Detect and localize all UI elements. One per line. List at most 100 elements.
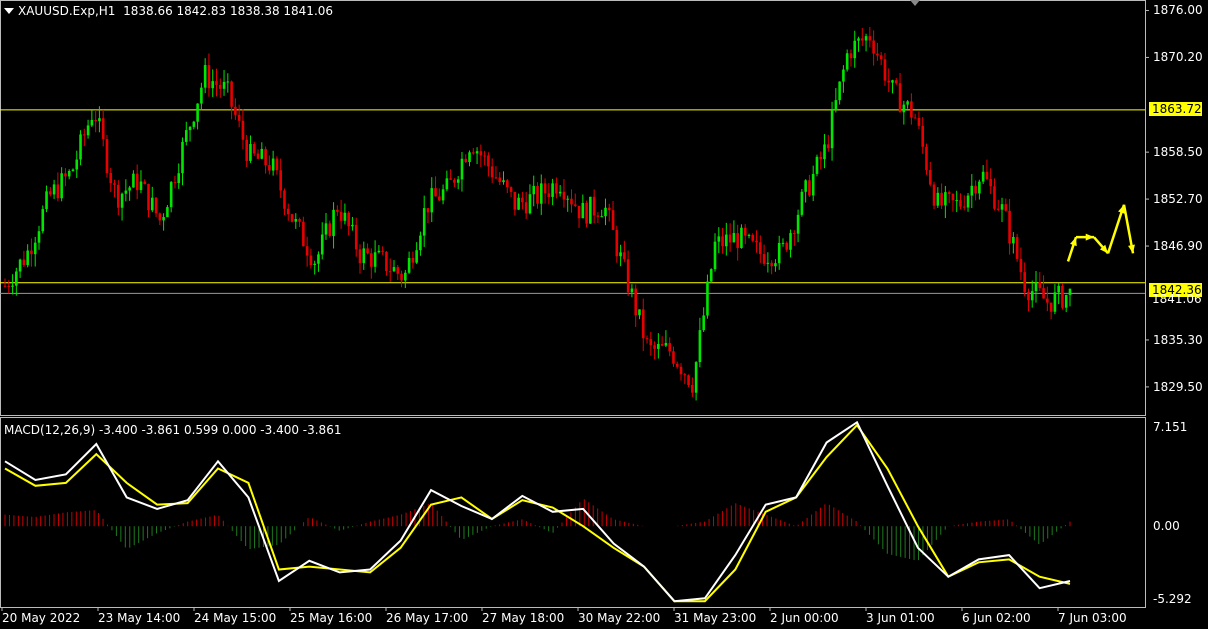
candle-body bbox=[611, 210, 615, 230]
candle-body bbox=[532, 185, 536, 195]
candle-body bbox=[894, 80, 898, 84]
candle-body bbox=[64, 173, 67, 177]
candle-body bbox=[653, 345, 656, 349]
candle-body bbox=[475, 151, 479, 154]
macd-tick-label: -5.292 bbox=[1153, 592, 1192, 606]
candle-body bbox=[120, 193, 124, 208]
candle-body bbox=[286, 208, 290, 215]
price-tick-label: 1835.30 bbox=[1153, 332, 1203, 347]
price-tick-label: 1829.50 bbox=[1153, 379, 1203, 394]
candle-body bbox=[124, 190, 128, 194]
candle-body bbox=[1030, 291, 1034, 301]
candle-body bbox=[596, 215, 600, 217]
candle-body bbox=[1046, 298, 1049, 303]
candle-body bbox=[79, 134, 82, 160]
candle-body bbox=[139, 181, 143, 191]
candle-body bbox=[1015, 237, 1019, 259]
candle-body bbox=[1034, 282, 1038, 292]
candle-body bbox=[498, 177, 502, 183]
candle-body bbox=[211, 81, 215, 89]
candle-body bbox=[101, 118, 105, 140]
candle-body bbox=[891, 80, 894, 83]
candle-body bbox=[192, 121, 196, 127]
candle-body bbox=[819, 156, 823, 160]
candle-body bbox=[619, 252, 622, 257]
candle-body bbox=[777, 242, 781, 264]
candle-body bbox=[993, 186, 996, 209]
time-tick-label: 30 May 22:00 bbox=[578, 611, 661, 625]
candle-body bbox=[52, 184, 56, 195]
candle-body bbox=[502, 180, 505, 183]
candle-body bbox=[354, 224, 358, 250]
candle-body bbox=[196, 103, 199, 122]
candle-body bbox=[30, 250, 33, 255]
candle-body bbox=[936, 192, 940, 206]
ohlc-values: 1838.66 1842.83 1838.38 1841.06 bbox=[123, 4, 334, 18]
chart-canvas[interactable] bbox=[0, 0, 1208, 629]
candle-body bbox=[184, 130, 188, 142]
candle-body bbox=[876, 53, 879, 56]
candle-body bbox=[664, 343, 668, 346]
candle-body bbox=[283, 190, 286, 209]
candle-body bbox=[589, 196, 592, 224]
candle-body bbox=[105, 139, 109, 173]
candle-body bbox=[487, 155, 490, 167]
candle-body bbox=[1012, 237, 1015, 244]
candle-body bbox=[845, 53, 849, 70]
candle-body bbox=[86, 125, 90, 136]
candle-body bbox=[252, 144, 256, 154]
candle-body bbox=[555, 183, 558, 194]
candle-body bbox=[981, 171, 985, 182]
price-panel-border bbox=[0, 0, 1146, 416]
candle-body bbox=[883, 59, 887, 81]
candle-body bbox=[607, 207, 611, 211]
time-tick-label: 26 May 17:00 bbox=[386, 611, 469, 625]
candle-body bbox=[751, 234, 755, 241]
macd-tick-label: 0.00 bbox=[1153, 519, 1180, 534]
candle-body bbox=[388, 271, 392, 273]
candle-body bbox=[351, 224, 354, 227]
candle-body bbox=[539, 183, 543, 204]
candle-body bbox=[509, 187, 513, 192]
candle-body bbox=[49, 191, 52, 195]
candle-body bbox=[460, 158, 464, 180]
candle-body bbox=[928, 169, 932, 185]
candle-body bbox=[438, 196, 441, 201]
candle-body bbox=[1053, 292, 1057, 312]
candle-body bbox=[849, 53, 853, 59]
projection-arrowhead bbox=[1085, 233, 1094, 241]
time-tick-label: 31 May 23:00 bbox=[674, 611, 757, 625]
candle-body bbox=[683, 374, 687, 376]
candle-body bbox=[381, 250, 384, 252]
candle-body bbox=[577, 205, 581, 219]
candle-body bbox=[675, 363, 679, 367]
dropdown-triangle-icon[interactable] bbox=[4, 8, 14, 14]
candle-body bbox=[974, 185, 977, 194]
candle-body bbox=[373, 252, 377, 267]
candle-body bbox=[169, 182, 173, 208]
candle-body bbox=[400, 273, 403, 281]
symbol-header[interactable]: XAUUSD.Exp,H1 1838.66 1842.83 1838.38 18… bbox=[4, 4, 333, 18]
candle-body bbox=[226, 81, 230, 83]
candle-body bbox=[1061, 285, 1064, 308]
candle-body bbox=[962, 206, 966, 208]
candle-body bbox=[600, 216, 604, 218]
candle-body bbox=[215, 81, 218, 85]
candle-body bbox=[426, 208, 430, 213]
candle-body bbox=[706, 281, 709, 316]
candle-body bbox=[517, 197, 520, 210]
candle-body bbox=[566, 198, 570, 200]
candle-body bbox=[7, 285, 11, 287]
candle-body bbox=[158, 213, 162, 221]
candle-body bbox=[985, 171, 989, 179]
candle-body bbox=[1008, 210, 1011, 244]
candle-body bbox=[917, 117, 921, 126]
candle-body bbox=[623, 252, 626, 260]
candle-body bbox=[150, 197, 154, 211]
candle-body bbox=[441, 189, 445, 201]
candle-body bbox=[1019, 258, 1023, 273]
candle-body bbox=[913, 117, 917, 119]
candle-body bbox=[1057, 285, 1060, 293]
time-tick-label: 6 Jun 02:00 bbox=[962, 611, 1031, 625]
candle-body bbox=[445, 178, 449, 190]
